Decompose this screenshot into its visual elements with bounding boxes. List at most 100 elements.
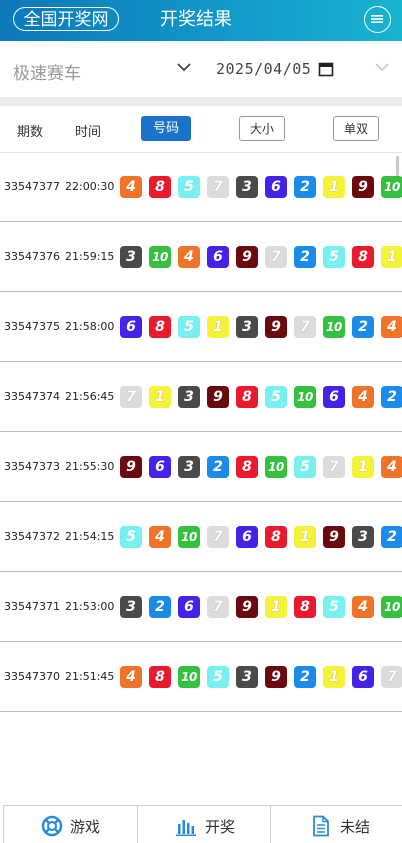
period-id: 33547373 bbox=[4, 460, 60, 473]
number-ball: 1 bbox=[352, 456, 374, 478]
table-row: 33547376 21:59:15 3 10 4 6 9 7 2 5 8 1 bbox=[0, 222, 402, 292]
site-logo[interactable]: 全国开奖网 bbox=[13, 7, 119, 31]
number-ball: 6 bbox=[149, 456, 171, 478]
period-id: 33547370 bbox=[4, 670, 60, 683]
number-ball: 4 bbox=[352, 386, 374, 408]
chevron-down-icon[interactable] bbox=[374, 61, 390, 73]
period-id: 33547372 bbox=[4, 530, 60, 543]
number-ball: 10 bbox=[294, 386, 316, 408]
number-ball: 6 bbox=[178, 596, 200, 618]
nav-games[interactable]: 游戏 bbox=[4, 806, 137, 843]
page-title: 开奖结果 bbox=[160, 9, 232, 30]
calendar-icon[interactable] bbox=[318, 61, 334, 77]
draw-time: 22:00:30 bbox=[65, 180, 115, 193]
tab-period[interactable]: 期数 bbox=[17, 121, 43, 140]
number-ball: 6 bbox=[265, 176, 287, 198]
tab-parity[interactable]: 单双 bbox=[333, 116, 379, 141]
number-ball: 2 bbox=[381, 386, 402, 408]
number-ball: 7 bbox=[207, 176, 229, 198]
number-ball: 9 bbox=[265, 666, 287, 688]
menu-button[interactable] bbox=[364, 6, 391, 33]
number-ball: 7 bbox=[207, 596, 229, 618]
number-ball: 9 bbox=[265, 316, 287, 338]
number-ball: 3 bbox=[120, 596, 142, 618]
number-ball: 3 bbox=[120, 246, 142, 268]
menu-icon bbox=[371, 15, 383, 23]
document-icon bbox=[313, 815, 329, 837]
number-ball: 2 bbox=[294, 246, 316, 268]
filter-bar: 极速赛车 2025/04/05 bbox=[0, 41, 402, 98]
nav-draw-label: 开奖 bbox=[205, 818, 236, 836]
number-ball: 6 bbox=[323, 386, 345, 408]
number-ball: 5 bbox=[323, 596, 345, 618]
number-ball: 6 bbox=[120, 316, 142, 338]
number-ball: 2 bbox=[381, 526, 402, 548]
number-ball: 7 bbox=[265, 246, 287, 268]
number-ball: 7 bbox=[381, 666, 402, 688]
number-ball: 2 bbox=[207, 456, 229, 478]
number-ball: 4 bbox=[381, 316, 402, 338]
nav-games-label: 游戏 bbox=[70, 818, 101, 836]
number-ball: 9 bbox=[236, 596, 258, 618]
nav-unsettled[interactable]: 未结 bbox=[270, 806, 402, 843]
number-ball: 4 bbox=[381, 456, 402, 478]
date-input[interactable]: 2025/04/05 bbox=[216, 60, 311, 78]
number-ball: 7 bbox=[323, 456, 345, 478]
number-ball: 1 bbox=[381, 246, 402, 268]
number-ball: 7 bbox=[120, 386, 142, 408]
number-ball: 5 bbox=[265, 386, 287, 408]
tab-size[interactable]: 大小 bbox=[239, 116, 285, 141]
table-row: 33547377 22:00:30 4 8 5 7 3 6 2 1 9 10 bbox=[0, 152, 402, 222]
draw-time: 21:51:45 bbox=[65, 670, 115, 683]
number-ball: 3 bbox=[236, 666, 258, 688]
section-divider bbox=[0, 97, 402, 106]
tab-bar: 期数 时间 号码 大小 单双 bbox=[0, 106, 402, 153]
number-ball: 5 bbox=[294, 456, 316, 478]
number-ball: 6 bbox=[236, 526, 258, 548]
tab-time[interactable]: 时间 bbox=[75, 121, 101, 140]
draw-time: 21:59:15 bbox=[65, 250, 115, 263]
number-ball: 8 bbox=[352, 246, 374, 268]
number-ball: 2 bbox=[294, 666, 316, 688]
number-ball: 9 bbox=[352, 176, 374, 198]
bar-chart-icon bbox=[176, 820, 196, 836]
header-bar: 全国开奖网 开奖结果 bbox=[0, 0, 402, 41]
number-ball: 5 bbox=[178, 316, 200, 338]
draw-time: 21:53:00 bbox=[65, 600, 115, 613]
number-ball: 5 bbox=[120, 526, 142, 548]
lifebuoy-icon bbox=[41, 815, 63, 837]
number-ball: 4 bbox=[178, 246, 200, 268]
number-ball: 5 bbox=[207, 666, 229, 688]
number-ball: 10 bbox=[149, 246, 171, 268]
number-ball: 5 bbox=[178, 176, 200, 198]
number-ball: 2 bbox=[352, 316, 374, 338]
chevron-down-icon[interactable] bbox=[176, 61, 192, 73]
draw-time: 21:56:45 bbox=[65, 390, 115, 403]
draw-time: 21:55:30 bbox=[65, 460, 115, 473]
scrollbar[interactable] bbox=[396, 156, 399, 176]
number-ball: 1 bbox=[149, 386, 171, 408]
bottom-nav: 游戏 开奖 未结 bbox=[3, 805, 402, 843]
number-ball: 8 bbox=[236, 386, 258, 408]
game-select[interactable]: 极速赛车 bbox=[13, 59, 81, 84]
number-ball: 6 bbox=[207, 246, 229, 268]
number-ball: 1 bbox=[294, 526, 316, 548]
table-row: 33547372 21:54:15 5 4 10 7 6 8 1 9 3 2 bbox=[0, 502, 402, 572]
table-row: 33547373 21:55:30 9 6 3 2 8 10 5 7 1 4 bbox=[0, 432, 402, 502]
table-row: 33547371 21:53:00 3 2 6 7 9 1 8 5 4 10 bbox=[0, 572, 402, 642]
number-ball: 10 bbox=[178, 666, 200, 688]
table-row: 33547374 21:56:45 7 1 3 9 8 5 10 6 4 2 bbox=[0, 362, 402, 432]
number-ball: 2 bbox=[294, 176, 316, 198]
number-ball: 9 bbox=[236, 246, 258, 268]
nav-draw[interactable]: 开奖 bbox=[137, 806, 270, 843]
number-ball: 10 bbox=[381, 596, 402, 618]
period-id: 33547376 bbox=[4, 250, 60, 263]
number-ball: 2 bbox=[149, 596, 171, 618]
number-ball: 8 bbox=[236, 456, 258, 478]
number-ball: 1 bbox=[323, 176, 345, 198]
number-ball: 4 bbox=[149, 526, 171, 548]
number-ball: 9 bbox=[120, 456, 142, 478]
number-ball: 6 bbox=[352, 666, 374, 688]
tab-number[interactable]: 号码 bbox=[141, 116, 191, 141]
period-id: 33547371 bbox=[4, 600, 60, 613]
